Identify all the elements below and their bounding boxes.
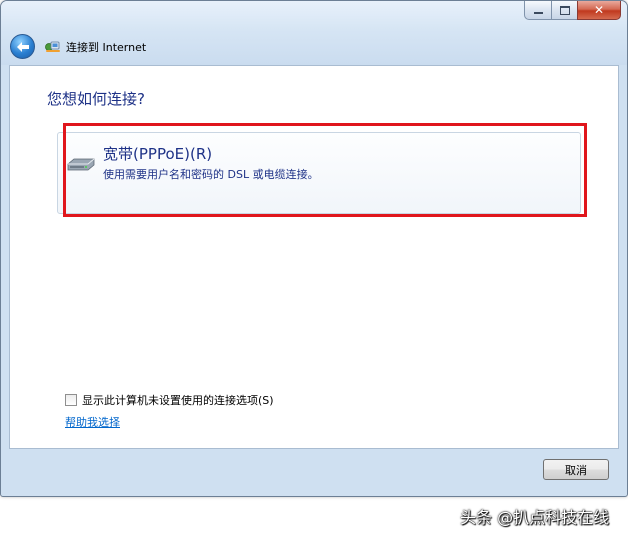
minimize-button[interactable] <box>524 1 551 20</box>
content-panel: 您想如何连接? 宽带(PPPoE)(R) 使用需要用户名和密码的 DSL 或电缆… <box>9 65 619 449</box>
title-bar: ✕ 连接到 Internet <box>1 1 627 65</box>
window-controls: ✕ <box>524 1 621 21</box>
close-icon: ✕ <box>593 3 605 17</box>
window-title: 连接到 Internet <box>66 41 147 54</box>
maximize-button[interactable] <box>551 1 577 20</box>
annotation-highlight-box <box>63 123 587 217</box>
maximize-icon <box>559 5 570 15</box>
checkbox-label: 显示此计算机未设置使用的连接选项(S) <box>82 394 274 407</box>
cancel-button[interactable]: 取消 <box>543 459 609 480</box>
minimize-icon <box>533 12 543 14</box>
help-me-choose-link[interactable]: 帮助我选择 <box>65 414 120 430</box>
close-button[interactable]: ✕ <box>577 1 621 20</box>
back-button[interactable] <box>10 34 35 59</box>
network-icon <box>45 41 60 52</box>
back-arrow-icon <box>16 41 29 52</box>
show-unconfigured-options-checkbox[interactable] <box>65 394 77 406</box>
page-heading: 您想如何连接? <box>47 90 145 108</box>
watermark: 头条 @扒点科技在线 <box>460 508 610 527</box>
show-unconfigured-options-row[interactable]: 显示此计算机未设置使用的连接选项(S) <box>65 392 274 408</box>
footer-bar: 取消 <box>1 450 627 496</box>
connect-internet-window: ✕ 连接到 Internet 您想如何连接? 宽带(PPPoE)(R) 使用需要… <box>0 0 628 497</box>
